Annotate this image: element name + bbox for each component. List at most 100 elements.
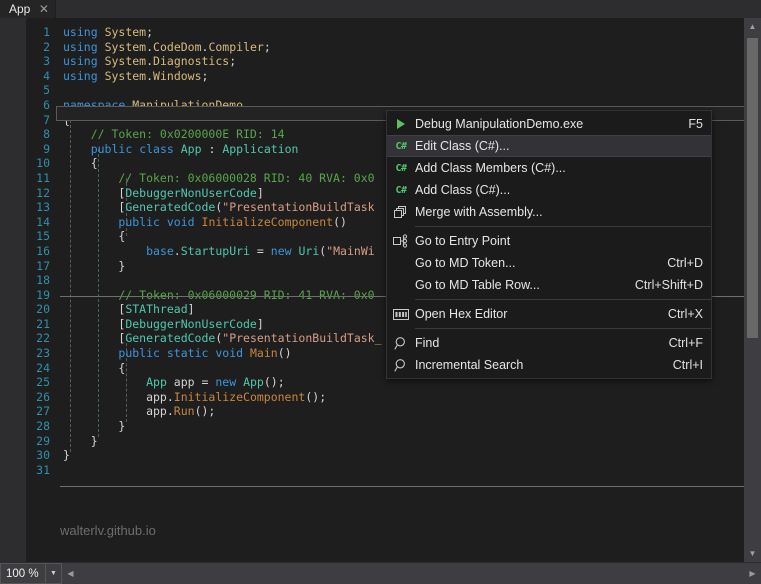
zoom-combobox[interactable]: 100 % ▼	[0, 563, 62, 584]
menu-separator	[415, 328, 711, 329]
csharp-icon: C#	[395, 162, 407, 174]
line-number: 7	[43, 112, 50, 127]
line-number: 9	[43, 141, 50, 156]
code-token: "MainWi	[326, 243, 375, 258]
close-icon[interactable]: ✕	[38, 3, 49, 15]
line-number: 16	[36, 243, 50, 258]
chevron-down-icon[interactable]: ▼	[45, 563, 62, 584]
code-token: System	[104, 25, 147, 39]
code-line[interactable]: using System.Windows;	[54, 69, 761, 84]
line-number: 20	[36, 302, 50, 317]
code-token: }	[63, 433, 98, 448]
line-number: 12	[36, 185, 50, 200]
zoom-level-value[interactable]: 100 %	[0, 563, 45, 584]
code-token: System	[104, 68, 147, 83]
code-line[interactable]: }	[54, 434, 761, 449]
line-number: 21	[36, 316, 50, 331]
code-token: ()	[333, 214, 347, 229]
code-token: =	[249, 243, 271, 258]
line-number: 24	[36, 360, 50, 375]
line-number: 13	[36, 200, 50, 215]
line-number: 25	[36, 375, 50, 390]
code-line[interactable]: using System;	[54, 25, 761, 40]
code-token: app.	[63, 389, 174, 404]
code-token: DebuggerNonUserCode	[125, 316, 257, 331]
code-token: DebuggerNonUserCode	[125, 185, 257, 200]
code-line[interactable]	[54, 83, 761, 98]
menu-item-label: Edit Class (C#)...	[415, 139, 510, 153]
code-line[interactable]: app.Run();	[54, 404, 761, 419]
code-token: ;	[201, 68, 209, 83]
tab-label: App	[9, 2, 31, 16]
code-token: new	[270, 243, 292, 258]
code-line[interactable]: }	[54, 419, 761, 434]
code-token: using	[63, 68, 98, 83]
context-menu[interactable]: Debug ManipulationDemo.exe F5 C# Edit Class…	[386, 110, 712, 379]
code-line[interactable]	[54, 463, 761, 478]
chevron-left-icon[interactable]: ◀	[62, 563, 79, 584]
chevron-up-icon[interactable]: ▲	[744, 18, 761, 35]
menu-item[interactable]: Merge with Assembly...	[387, 201, 711, 223]
menu-item[interactable]: Find Ctrl+F	[387, 332, 711, 354]
line-number: 31	[36, 462, 50, 477]
entrypoint-icon	[387, 234, 415, 248]
menu-item[interactable]: Open Hex Editor Ctrl+X	[387, 303, 711, 325]
code-token: // Token: 0x06000028 RID: 40 RVA: 0x0	[63, 170, 375, 185]
code-line[interactable]: using System.Diagnostics;	[54, 54, 761, 69]
line-number: 23	[36, 346, 50, 361]
menu-item-label: Debug ManipulationDemo.exe	[415, 117, 584, 131]
code-token: Uri	[298, 243, 320, 258]
menu-item-shortcut: Ctrl+X	[667, 307, 703, 321]
code-line[interactable]: using System.CodeDom.Compiler;	[54, 40, 761, 55]
code-token: new	[215, 375, 237, 390]
code-line[interactable]: app.InitializeComponent();	[54, 390, 761, 405]
scrollbar-thumb[interactable]	[747, 38, 758, 338]
menu-item[interactable]: Incremental Search Ctrl+I	[387, 354, 711, 376]
menu-item-label: Go to MD Table Row...	[415, 278, 540, 292]
menu-item[interactable]: Go to MD Token... Ctrl+D	[387, 252, 711, 274]
menu-item-label: Merge with Assembly...	[415, 205, 543, 219]
chevron-down-icon[interactable]: ▼	[744, 545, 761, 562]
code-token: [	[63, 200, 126, 215]
menu-item[interactable]: C# Edit Class (C#)...	[387, 135, 711, 157]
menu-item-label: Add Class Members (C#)...	[415, 161, 566, 175]
code-token: Windows	[153, 68, 202, 83]
code-token: ;	[229, 54, 237, 69]
menu-item[interactable]: Debug ManipulationDemo.exe F5	[387, 113, 711, 135]
vertical-scrollbar[interactable]: ▲ ▼	[744, 18, 761, 562]
menu-item-shortcut: Ctrl+D	[667, 256, 703, 270]
menu-item[interactable]: C# Add Class (C#)...	[387, 179, 711, 201]
editor-left-margin[interactable]: 1 2 3 4 5 6 7 8 9 10 11 12 13 14 15 16 17 18 19 20 21 22 23 24 2…	[0, 18, 54, 562]
menu-item[interactable]: C# Add Class Members (C#)...	[387, 157, 711, 179]
code-token: InitializeComponent	[201, 214, 334, 229]
chevron-right-icon[interactable]: ▶	[744, 563, 761, 584]
code-token: [	[63, 316, 126, 331]
code-token: // Token: 0x06000029 RID: 41 RVA: 0x0	[63, 287, 375, 302]
line-number: 6	[43, 97, 50, 112]
code-token: [	[63, 302, 126, 317]
menu-separator	[415, 299, 711, 300]
tab-app[interactable]: App ✕	[0, 0, 57, 18]
menu-item[interactable]: Go to MD Table Row... Ctrl+Shift+D	[387, 274, 711, 296]
code-line[interactable]: }	[54, 448, 761, 463]
hscroll-track[interactable]	[79, 563, 744, 584]
code-token: .	[146, 68, 154, 83]
code-token: :	[201, 141, 223, 156]
code-token: .	[173, 243, 181, 258]
line-number: 30	[36, 448, 50, 463]
line-number: 11	[36, 170, 50, 185]
search-icon	[387, 358, 415, 373]
horizontal-scrollbar[interactable]: ◀ ▶	[62, 563, 761, 584]
code-token: {	[63, 112, 70, 127]
menu-item[interactable]: Go to Entry Point	[387, 230, 711, 252]
menu-item-label: Go to MD Token...	[415, 256, 516, 270]
code-token: base	[146, 243, 174, 258]
code-token: .	[146, 54, 154, 69]
code-token: ]	[256, 185, 264, 200]
code-token: App	[243, 375, 264, 390]
